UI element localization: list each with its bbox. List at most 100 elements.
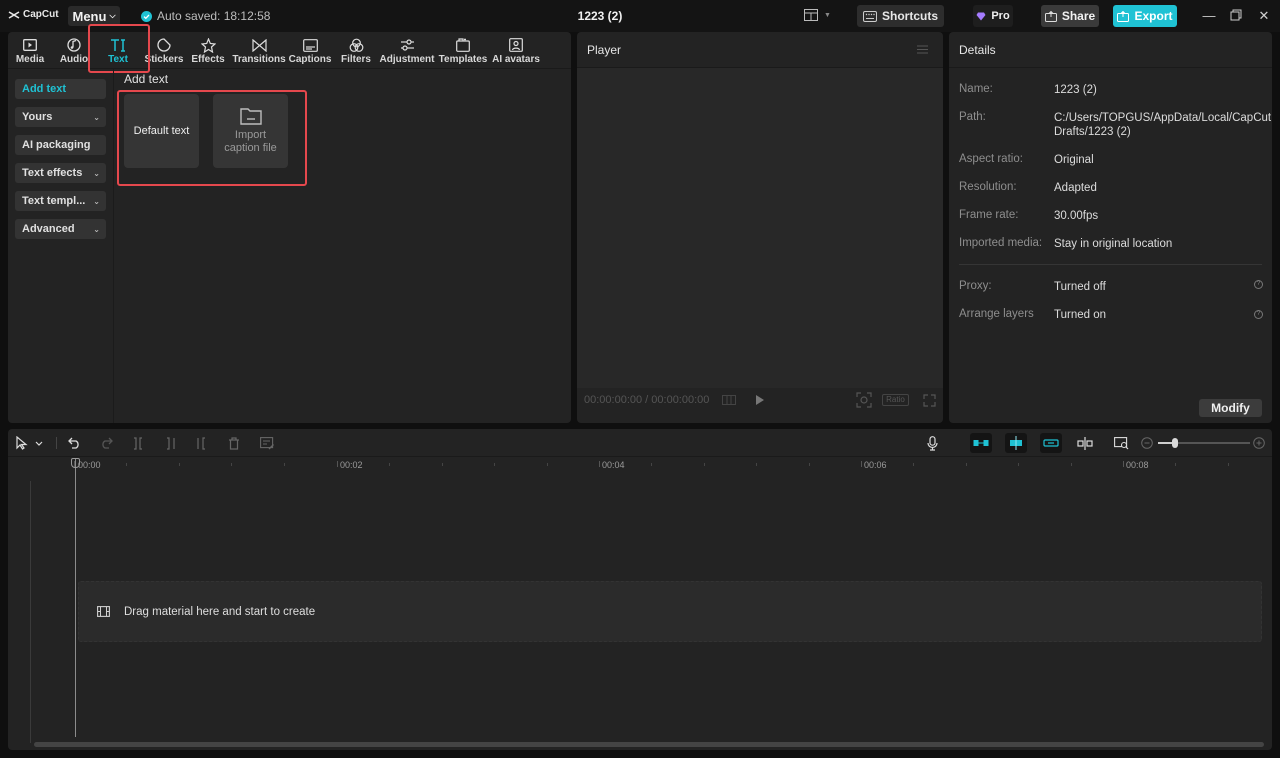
split-icon[interactable] xyxy=(130,435,146,451)
zoom-out-icon[interactable] xyxy=(1139,435,1155,451)
undo-icon[interactable] xyxy=(66,435,82,451)
ruler-label: 00:04 xyxy=(602,460,625,470)
sidenav-advanced[interactable]: Advanced ⌄ xyxy=(15,219,106,239)
sidenav-text-templates[interactable]: Text templ... ⌄ xyxy=(15,191,106,211)
tab-transitions[interactable]: Transitions xyxy=(232,34,286,68)
caption-edit-icon[interactable] xyxy=(259,435,275,451)
snap-icon xyxy=(1008,436,1024,450)
tab-label: Filters xyxy=(341,54,371,65)
captions-icon xyxy=(303,39,318,52)
zoom-slider-track[interactable] xyxy=(1168,442,1250,444)
ruler-minor-tick xyxy=(231,463,232,466)
restore-icon[interactable] xyxy=(1230,9,1244,23)
stickers-icon xyxy=(157,38,171,52)
close-icon[interactable]: ✕ xyxy=(1257,9,1271,23)
detail-value: 30.00fps xyxy=(1054,209,1259,223)
sidenav-yours[interactable]: Yours ⌄ xyxy=(15,107,106,127)
project-title: 1223 (2) xyxy=(540,9,660,23)
tab-captions[interactable]: Captions xyxy=(289,34,331,68)
main-track-drop-zone[interactable]: Drag material here and start to create xyxy=(78,581,1262,642)
ruler-minor-tick xyxy=(179,463,180,466)
detail-value: Turned on xyxy=(1054,308,1259,322)
modify-button[interactable]: Modify xyxy=(1199,399,1262,417)
ruler-label: 00:06 xyxy=(864,460,887,470)
shortcuts-button[interactable]: Shortcuts xyxy=(857,5,944,27)
hamburger-icon[interactable] xyxy=(917,45,928,54)
preview-axis-icon[interactable] xyxy=(1077,435,1093,451)
linkage-toggle[interactable] xyxy=(1040,433,1062,453)
player-panel: Player 00:00:00:00 / 00:00:00:00 Ratio xyxy=(577,32,943,423)
ruler-minor-tick xyxy=(913,463,914,466)
library-panel: Media Audio Text Stickers Effects Transi… xyxy=(8,32,571,423)
ratio-button[interactable]: Ratio xyxy=(882,394,909,406)
film-icon xyxy=(97,606,110,617)
tab-media[interactable]: Media xyxy=(11,34,49,68)
playhead[interactable] xyxy=(75,459,76,737)
timeline-scrollbar[interactable] xyxy=(34,742,1264,747)
tab-ai-avatars[interactable]: AI avatars xyxy=(491,34,541,68)
detail-label: Path: xyxy=(959,111,986,123)
auto-snap-toggle[interactable] xyxy=(1005,433,1027,453)
detail-label: Arrange layers xyxy=(959,308,1034,320)
tab-label: Media xyxy=(16,54,44,65)
chevron-down-icon[interactable] xyxy=(34,435,44,451)
menu-button[interactable]: Menu ⌵ xyxy=(68,6,120,26)
export-button[interactable]: Export xyxy=(1113,5,1177,27)
drop-hint: Drag material here and start to create xyxy=(124,606,315,618)
tab-label: Templates xyxy=(439,54,488,65)
trash-icon[interactable] xyxy=(226,435,242,451)
media-icon xyxy=(23,39,37,51)
divider xyxy=(959,264,1262,265)
layout-switch[interactable]: ▼ xyxy=(804,9,831,21)
player-timecode: 00:00:00:00 / 00:00:00:00 xyxy=(584,394,709,406)
ruler-minor-tick xyxy=(809,463,810,466)
share-button[interactable]: Share xyxy=(1041,5,1099,27)
ruler-label: 00:08 xyxy=(1126,460,1149,470)
delete-left-icon[interactable] xyxy=(162,435,178,451)
sidenav-text-effects[interactable]: Text effects ⌄ xyxy=(15,163,106,183)
zoom-in-icon[interactable] xyxy=(1251,435,1267,451)
grid-icon[interactable] xyxy=(722,395,736,405)
minimize-icon[interactable]: — xyxy=(1202,9,1216,23)
zoom-slider-handle[interactable] xyxy=(1172,438,1178,448)
sidenav-label: Add text xyxy=(22,83,66,95)
main-track-magnet-toggle[interactable] xyxy=(970,433,992,453)
delete-right-icon[interactable] xyxy=(194,435,210,451)
logo-text: CapCut xyxy=(23,9,59,20)
help-icon[interactable]: ? xyxy=(1254,310,1263,319)
divider xyxy=(56,437,57,449)
effects-icon xyxy=(201,38,216,53)
ruler-minor-tick xyxy=(651,463,652,466)
tab-templates[interactable]: Templates xyxy=(439,34,487,68)
transitions-icon xyxy=(252,39,267,52)
detail-label: Proxy: xyxy=(959,280,992,292)
ruler-minor-tick xyxy=(494,463,495,466)
redo-icon[interactable] xyxy=(98,435,114,451)
detail-label: Name: xyxy=(959,83,993,95)
select-cursor-icon[interactable] xyxy=(14,435,30,451)
text-sidenav: Add text Yours ⌄ AI packaging Text effec… xyxy=(8,69,114,423)
export-label: Export xyxy=(1134,9,1172,23)
details-title: Details xyxy=(959,43,996,57)
tab-stickers[interactable]: Stickers xyxy=(144,34,184,68)
microphone-icon[interactable] xyxy=(924,435,940,451)
sidenav-label: Advanced xyxy=(22,223,75,235)
tab-adjustment[interactable]: Adjustment xyxy=(380,34,434,68)
autosave-status: Auto saved: 18:12:58 xyxy=(141,9,270,23)
pro-button[interactable]: Pro xyxy=(973,5,1013,27)
tab-effects[interactable]: Effects xyxy=(190,34,226,68)
tab-filters[interactable]: Filters xyxy=(338,34,374,68)
playhead-handle[interactable] xyxy=(71,458,80,468)
help-icon[interactable]: ? xyxy=(1254,280,1263,289)
sidenav-ai-packaging[interactable]: AI packaging xyxy=(15,135,106,155)
fullscreen-crop-icon[interactable] xyxy=(856,392,872,408)
zoom-fit-icon[interactable] xyxy=(1113,435,1129,451)
audio-icon xyxy=(67,38,81,52)
details-panel: Details Name: 1223 (2) Path: C:/Users/TO… xyxy=(949,32,1272,423)
play-icon[interactable] xyxy=(755,394,765,406)
tab-audio[interactable]: Audio xyxy=(56,34,92,68)
sidenav-add-text[interactable]: Add text xyxy=(15,79,106,99)
ruler-minor-tick xyxy=(756,463,757,466)
ruler-label: 00:00 xyxy=(78,460,101,470)
expand-icon[interactable] xyxy=(923,394,936,407)
